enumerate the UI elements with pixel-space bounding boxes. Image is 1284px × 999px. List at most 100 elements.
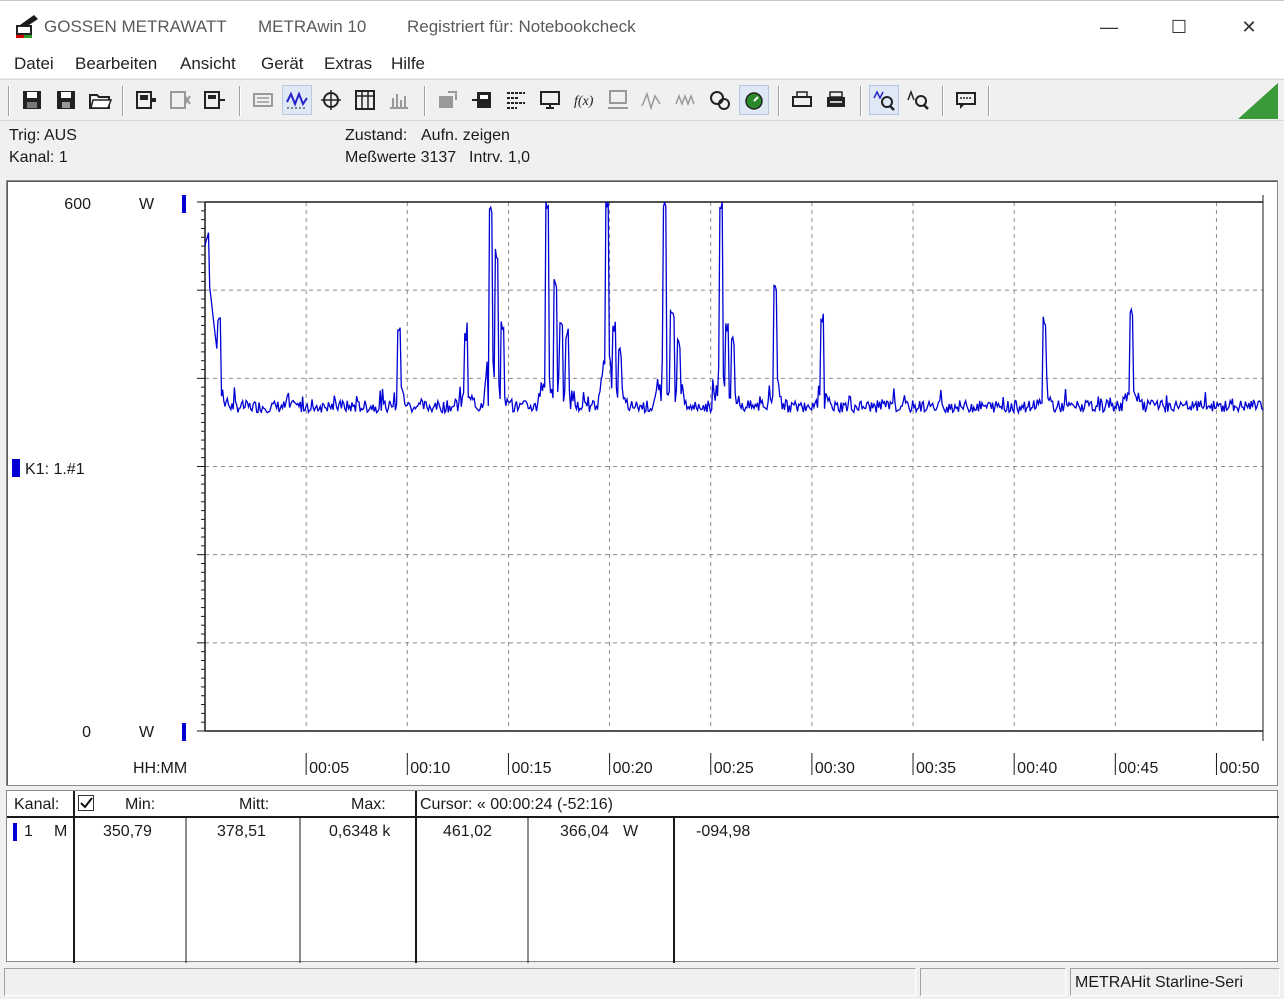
monitor-icon[interactable] [535,85,565,115]
toolbar-separator [122,86,124,116]
row-max: 0,6348 k [329,823,391,840]
title-bar[interactable]: GOSSEN METRAWATT METRAwin 10 Registriert… [0,0,1284,52]
row-mode: M [54,823,68,840]
waveform-view-icon[interactable] [282,85,312,115]
save-icon[interactable] [17,85,47,115]
minimize-button[interactable]: — [1074,1,1144,53]
y-max-label: 600 [64,196,91,213]
series-line-k1 [204,201,1264,416]
row-cursor2: 366,04 [560,823,609,840]
bars-view-icon[interactable] [384,85,414,115]
header-mitt: Mitt: [239,796,270,813]
y-max-marker[interactable] [182,195,186,213]
maximize-icon: ☐ [1170,16,1188,37]
menu-extras[interactable]: Extras [324,54,372,74]
save-as-icon[interactable] [51,85,81,115]
x-tick-label: 00:35 [916,760,956,777]
crosshair-view-icon[interactable] [316,85,346,115]
row-mitt: 378,51 [217,823,266,840]
y-unit-top: W [139,196,155,213]
channel-label[interactable]: K1: 1.#1 [25,461,85,478]
print-preview-icon[interactable] [248,85,278,115]
row-delta: -094,98 [696,823,751,840]
open-folder-icon[interactable] [85,85,115,115]
menu-bar: Datei Bearbeiten Ansicht Gerät Extras Hi… [0,52,1284,78]
close-button[interactable]: ✕ [1214,1,1284,53]
status-bar: METRAHit Starline-Seri [0,966,1284,999]
settings-icon[interactable] [705,85,735,115]
comment-icon[interactable] [951,85,981,115]
sample-count: Meßwerte 3137 [345,149,457,166]
measurement-table-lines [7,791,1279,963]
header-channel: Kanal: [14,796,60,813]
x-tick-label: 00:20 [613,760,653,777]
print-all-icon[interactable] [821,85,851,115]
import-icon[interactable] [467,85,497,115]
x-tick-label: 00:05 [309,760,349,777]
chart-axes: 00:05 00:10 00:15 00:20 00:25 00:30 00:35 00:40… [197,195,1264,777]
header-min: Min: [125,796,156,813]
app-logo-icon [16,15,38,38]
x-tick-label: 00:30 [815,760,855,777]
table-view-icon[interactable] [350,85,380,115]
toolbar-separator [942,86,944,116]
x-tick-label: 00:50 [1219,760,1259,777]
zoom-in-icon[interactable] [869,85,899,115]
header-cursor: Cursor: « 00:00:24 (-52:16) [420,796,613,813]
power-chart[interactable]: 00:05 00:10 00:15 00:20 00:25 00:30 00:35 00:40… [7,181,1279,787]
menu-datei[interactable]: Datei [14,54,54,74]
row-min: 350,79 [103,823,152,840]
y-min-label: 0 [82,724,91,741]
maximize-button[interactable]: ☐ [1144,1,1214,53]
stats-checkbox[interactable] [78,795,94,811]
zoom-out-icon[interactable] [903,85,933,115]
x-tick-label: 00:45 [1118,760,1158,777]
device-disconnect-icon[interactable] [165,85,195,115]
list-config-icon[interactable] [501,85,531,115]
x-tick-label: 00:15 [511,760,551,777]
measurement-panel: Kanal: Min: Mitt: Max: Cursor: « 00:00:2… [6,790,1279,963]
status-section-main [4,968,916,996]
svg-text:f(x): f(x) [574,94,594,109]
header-max: Max: [351,796,386,813]
resize-grip-icon[interactable] [1238,83,1278,119]
device-read-icon[interactable] [199,85,229,115]
minimize-icon: — [1100,16,1118,37]
y-min-marker[interactable] [182,723,186,741]
status-section-mid [920,968,1066,996]
x-axis-label: HH:MM [133,760,187,777]
menu-ansicht[interactable]: Ansicht [180,54,236,74]
x-tick-label: 00:25 [714,760,754,777]
app-window: GOSSEN METRAWATT METRAwin 10 Registriert… [0,0,1284,999]
signal-icon[interactable] [637,85,667,115]
print-icon[interactable] [787,85,817,115]
channel-status: Kanal: 1 [9,149,68,166]
x-tick-label: 00:40 [1017,760,1057,777]
y-unit-bottom: W [139,724,155,741]
trigger-icon[interactable] [739,85,769,115]
export-icon[interactable] [433,85,463,115]
toolbar-separator [8,86,10,116]
toolbar-separator [988,86,990,116]
checkmark-icon [80,797,93,809]
registration-text: Registriert für: Notebookcheck [407,17,636,36]
app-name: METRAwin 10 [258,17,367,36]
state-value: Aufn. zeigen [421,127,510,144]
company-name: GOSSEN METRAWATT [44,17,227,36]
toolbar-separator [778,86,780,116]
state-label: Zustand: [345,127,408,144]
waves-icon[interactable] [671,85,701,115]
row-cursor1: 461,02 [443,823,492,840]
close-icon: ✕ [1241,16,1257,37]
status-info-bar: Trig: AUS Kanal: 1 Zustand: Aufn. zeigen… [0,122,1284,174]
menu-geraet[interactable]: Gerät [261,54,304,74]
menu-hilfe[interactable]: Hilfe [391,54,425,74]
channel-color-bar [13,823,17,841]
chart-panel[interactable]: 00:05 00:10 00:15 00:20 00:25 00:30 00:35 00:40… [6,180,1278,786]
menu-bearbeiten[interactable]: Bearbeiten [75,54,157,74]
chart-grid [205,202,1263,731]
computer-icon[interactable] [603,85,633,115]
formula-icon[interactable]: f(x) [569,85,599,115]
device-connect-icon[interactable] [131,85,161,115]
x-tick-label: 00:10 [410,760,450,777]
